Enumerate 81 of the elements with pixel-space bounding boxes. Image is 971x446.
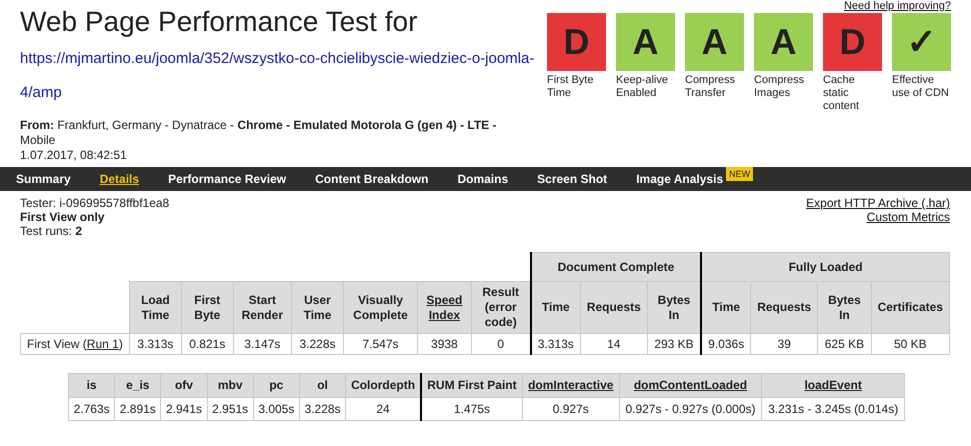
grade-tile[interactable]: A	[616, 13, 675, 71]
table-cell: 2.763s	[68, 398, 115, 420]
table-cell: 39	[750, 334, 818, 354]
tester-id: Tester: i-096995578ffbf1ea8	[20, 196, 170, 210]
column-header: pc	[253, 374, 300, 398]
column-header[interactable]: loadEvent	[762, 374, 904, 398]
column-header: Time	[530, 282, 580, 334]
group-header: Document Complete	[530, 252, 702, 282]
run-link[interactable]: Run 1	[86, 337, 119, 351]
table-cell: 3.228s	[292, 334, 344, 354]
view-mode: First View only	[20, 210, 106, 224]
column-header: Requests	[580, 282, 648, 334]
column-header: Result (error code)	[471, 282, 531, 334]
nav-tab[interactable]: Screen Shot	[537, 172, 608, 186]
nav-tab[interactable]: Domains	[457, 172, 508, 186]
column-header: Time	[701, 282, 751, 334]
column-header[interactable]: Speed Index	[418, 282, 472, 334]
column-header: Colordepth	[346, 374, 421, 398]
grade-label: Keep-alive Enabled	[616, 74, 669, 100]
export-link[interactable]: Custom Metrics	[866, 210, 950, 224]
table-cell: 14	[580, 334, 648, 354]
group-header: Fully Loaded	[701, 252, 950, 282]
table-cell: 1.475s	[421, 398, 522, 420]
column-header: Bytes In	[818, 282, 872, 334]
table-cell: 7.547s	[343, 334, 418, 354]
nav-tab[interactable]: Content Breakdown	[315, 172, 428, 186]
table-cell: 3.228s	[299, 398, 346, 420]
nav-tab[interactable]: Performance Review	[168, 172, 286, 186]
table-cell: 2.951s	[207, 398, 254, 420]
nav-tab[interactable]: Summary	[16, 172, 71, 186]
grade-tile[interactable]: A	[685, 13, 744, 71]
row-label: First View (Run 1)	[20, 334, 130, 354]
column-header: Load Time	[129, 282, 182, 334]
grade-label: Compress Transfer	[685, 74, 736, 100]
nav-tab[interactable]: Image Analysis	[636, 172, 724, 186]
grade-tile[interactable]: D	[547, 13, 606, 71]
grade-label: Effective use of CDN	[892, 74, 950, 100]
new-badge: NEW	[726, 167, 754, 181]
grade-tile[interactable]: A	[754, 13, 813, 71]
column-header: Certificates	[871, 282, 950, 334]
table-cell: 625 KB	[818, 334, 872, 354]
table-cell: 3.231s - 3.245s (0.014s)	[762, 398, 904, 420]
table-cell: 3938	[418, 334, 472, 354]
column-header: ol	[299, 374, 346, 398]
grade-label: First Byte Time	[547, 74, 594, 100]
table-cell: 9.036s	[701, 334, 751, 354]
column-header[interactable]: domContentLoaded	[619, 374, 762, 398]
table-cell: 0.927s - 0.927s (0.000s)	[619, 398, 762, 420]
column-header: Visually Complete	[343, 282, 418, 334]
grade-tile[interactable]: D	[823, 13, 882, 71]
test-runs: Test runs: 2	[20, 224, 84, 238]
table-cell: 2.941s	[160, 398, 208, 420]
column-header: mbv	[207, 374, 254, 398]
help-link[interactable]: Need help improving?	[844, 0, 951, 12]
table-cell: 3.313s	[530, 334, 580, 354]
column-header: Start Render	[233, 282, 292, 334]
table-cell: 0.821s	[182, 334, 234, 354]
table-cell: 3.313s	[129, 334, 182, 354]
grade-tile[interactable]: ✓	[892, 13, 951, 71]
tested-url-link[interactable]: https://mjmartino.eu/joomla/352/wszystko-co-chcielibyscie-wiedziec-o-joomla-4/amp	[20, 42, 536, 110]
table-cell: 0.927s	[522, 398, 620, 420]
column-header: is	[68, 374, 115, 398]
test-location-text: From: Frankfurt, Germany - Dynatrace - Chrome - Emulated Motorola G (gen 4) - LTE - Mobile	[20, 118, 498, 148]
table-cell: 50 KB	[871, 334, 950, 354]
page-title: Web Page Performance Test for	[20, 6, 418, 38]
column-header: ofv	[160, 374, 208, 398]
column-header: Requests	[750, 282, 818, 334]
nav-tab[interactable]: Details	[100, 172, 140, 186]
column-header: RUM First Paint	[421, 374, 522, 398]
column-header: e_is	[114, 374, 161, 398]
table-cell: 2.891s	[114, 398, 161, 420]
grade-label: Compress Images	[754, 74, 806, 100]
grade-label: Cache static content	[823, 74, 860, 113]
column-header[interactable]: domInteractive	[522, 374, 620, 398]
test-date: 1.07.2017, 08:42:51	[20, 148, 128, 163]
table-cell: 3.005s	[253, 398, 300, 420]
table-cell: 3.147s	[233, 334, 292, 354]
column-header: First Byte	[182, 282, 234, 334]
column-header: User Time	[292, 282, 344, 334]
column-header: Bytes In	[647, 282, 702, 334]
export-link[interactable]: Export HTTP Archive (.har)	[806, 196, 950, 210]
